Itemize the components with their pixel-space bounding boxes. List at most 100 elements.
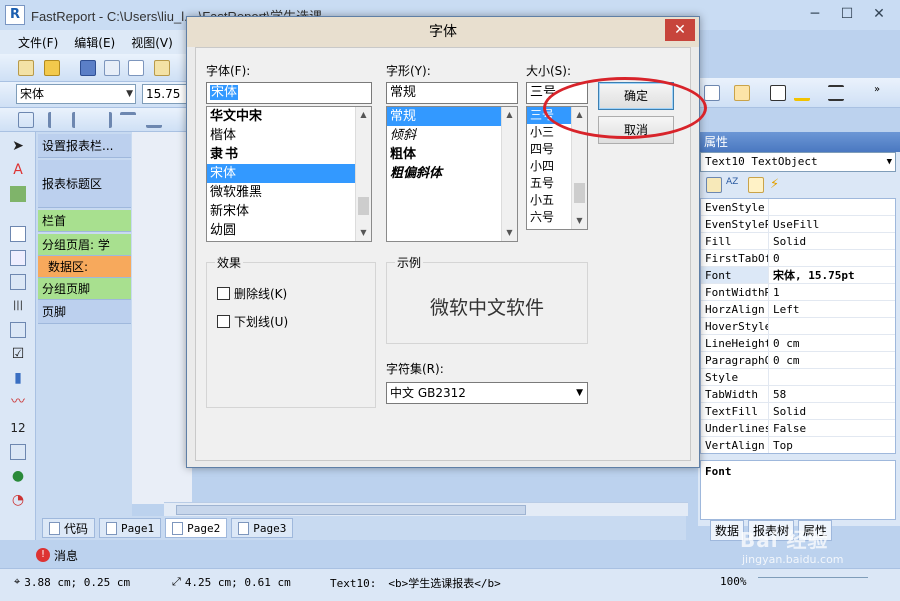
sparkline-icon[interactable]: 〰 xyxy=(10,394,26,410)
list-item[interactable]: 四号 xyxy=(527,141,571,158)
property-value[interactable]: UseFill xyxy=(769,216,819,232)
band-column-header[interactable]: 栏首 xyxy=(38,210,131,232)
align-grid-icon[interactable] xyxy=(18,112,34,128)
band-report-title[interactable]: 报表标题区 xyxy=(38,160,131,208)
pointer-icon[interactable]: ➤ xyxy=(10,138,26,154)
list-item[interactable]: 宋体 xyxy=(207,164,355,183)
strikeout-checkbox[interactable]: 删除线(K) xyxy=(217,285,287,302)
property-row[interactable]: FirstTabOff0 xyxy=(701,250,895,267)
property-row[interactable]: EvenStylePrUseFill xyxy=(701,216,895,233)
rich-text-icon[interactable] xyxy=(10,322,26,338)
list-item[interactable]: 小五 xyxy=(527,192,571,209)
font-style-list[interactable]: 常规 倾斜 粗体 粗偏斜体 ▲ ▼ xyxy=(386,106,518,242)
band-group-footer[interactable]: 分组页脚 xyxy=(38,278,131,300)
band-page-footer[interactable]: 页脚 xyxy=(38,300,131,324)
copy-icon[interactable] xyxy=(104,60,120,76)
picture-icon[interactable] xyxy=(10,186,26,202)
font-size-combo[interactable]: 15.75 xyxy=(142,84,188,104)
align-bottom-icon[interactable] xyxy=(146,112,162,128)
property-value[interactable]: Solid xyxy=(769,233,806,249)
messages-tab[interactable]: ! 消息 xyxy=(36,544,96,566)
list-item[interactable]: 幼圆 xyxy=(207,221,355,240)
property-row[interactable]: EvenStyle xyxy=(701,199,895,216)
property-row[interactable]: FontWidthRa1 xyxy=(701,284,895,301)
sort-alpha-icon[interactable]: AZ xyxy=(726,177,742,193)
property-value[interactable] xyxy=(769,369,773,385)
band-icon[interactable] xyxy=(10,226,26,242)
property-row[interactable]: TextFill Solid xyxy=(701,403,895,420)
property-value[interactable] xyxy=(769,318,773,334)
property-row[interactable]: HorzAlign Left xyxy=(701,301,895,318)
checkbox-icon[interactable]: ☑ xyxy=(10,346,26,362)
list-item[interactable]: 华文中宋 xyxy=(207,107,355,126)
events-icon[interactable]: ⚡ xyxy=(770,177,786,193)
font-name-field[interactable]: 宋体 xyxy=(206,82,372,104)
font-style-field[interactable]: 常规 xyxy=(386,82,518,104)
property-value[interactable]: 宋体, 15.75pt xyxy=(769,267,855,283)
scroll-thumb[interactable] xyxy=(176,505,526,515)
align-left-icon[interactable] xyxy=(48,112,64,128)
list-item[interactable]: 微软雅黑 xyxy=(207,183,355,202)
property-row[interactable]: Underlines False xyxy=(701,420,895,437)
list-item[interactable]: 楷体 xyxy=(207,126,355,145)
style-list-scrollbar[interactable]: ▲ ▼ xyxy=(501,107,517,241)
property-row[interactable]: HoverStyle xyxy=(701,318,895,335)
gauge-icon[interactable]: ◔ xyxy=(10,492,26,508)
property-value[interactable]: 58 xyxy=(769,386,786,402)
property-value[interactable] xyxy=(769,199,773,215)
property-row[interactable]: Fill Solid xyxy=(701,233,895,250)
preview-icon[interactable] xyxy=(128,60,144,76)
open-folder-icon[interactable] xyxy=(44,60,60,76)
property-row[interactable]: TabWidth 58 xyxy=(701,386,895,403)
subreport-icon[interactable] xyxy=(10,274,26,290)
menu-edit[interactable]: 编辑(E) xyxy=(74,34,115,51)
properties-icon[interactable] xyxy=(748,177,764,193)
font-list-scrollbar[interactable]: ▲ ▼ xyxy=(355,107,371,241)
horizontal-scrollbar[interactable] xyxy=(164,502,688,516)
chart-icon[interactable]: ▮ xyxy=(10,370,26,386)
cellular-text-icon[interactable] xyxy=(10,444,26,460)
dialog-close-button[interactable]: ✕ xyxy=(665,19,695,41)
list-item[interactable]: 五号 xyxy=(527,175,571,192)
categorized-icon[interactable] xyxy=(706,177,722,193)
list-item[interactable]: 粗体 xyxy=(387,145,501,164)
line-style-icon[interactable] xyxy=(828,85,844,101)
new-report-icon[interactable] xyxy=(18,60,34,76)
close-window-icon[interactable]: ✕ xyxy=(866,4,892,24)
property-row[interactable]: VertAlign Top xyxy=(701,437,895,453)
align-top-icon[interactable] xyxy=(120,112,136,128)
list-item[interactable]: 常规 xyxy=(387,107,501,126)
table-icon[interactable] xyxy=(10,250,26,266)
property-value[interactable]: Top xyxy=(769,437,793,453)
barcode-icon[interactable]: ||| xyxy=(10,298,26,314)
list-item[interactable]: 六号 xyxy=(527,209,571,226)
object-selector[interactable]: Text10 TextObject ▼ xyxy=(700,152,896,172)
text-object-icon[interactable]: A xyxy=(10,162,26,178)
zoom-slider[interactable] xyxy=(758,577,868,591)
border-icon[interactable] xyxy=(704,85,720,101)
menu-view[interactable]: 视图(V) xyxy=(131,34,173,51)
property-row[interactable]: Font 宋体, 15.75pt xyxy=(701,267,895,284)
report-canvas[interactable] xyxy=(132,132,192,504)
band-settings[interactable]: 设置报表栏... xyxy=(38,134,131,158)
align-right-icon[interactable] xyxy=(96,112,112,128)
list-item[interactable]: 粗偏斜体 xyxy=(387,164,501,183)
list-item[interactable]: 新宋体 xyxy=(207,202,355,221)
band-data[interactable]: 数据区: xyxy=(38,256,131,278)
menu-file[interactable]: 文件(F) xyxy=(18,34,58,51)
property-row[interactable]: Style xyxy=(701,369,895,386)
charset-select[interactable]: 中文 GB2312 ▼ xyxy=(386,382,588,404)
property-value[interactable]: 0 cm xyxy=(769,352,800,368)
band-group-header[interactable]: 分组页眉: 学 xyxy=(38,234,131,256)
property-row[interactable]: LineHeight 0 cm xyxy=(701,335,895,352)
line-color-icon[interactable] xyxy=(794,85,810,101)
zip-code-icon[interactable]: 12 xyxy=(10,420,26,436)
frame-icon[interactable] xyxy=(770,85,786,101)
tab-代码[interactable]: 代码 xyxy=(42,518,96,538)
property-value[interactable]: Left xyxy=(769,301,800,317)
font-name-list[interactable]: 华文中宋 楷体 隶书 宋体 微软雅黑 新宋体 幼圆 ▲ ▼ xyxy=(206,106,372,242)
align-center-icon[interactable] xyxy=(72,112,88,128)
property-value[interactable]: 0 cm xyxy=(769,335,800,351)
map-icon[interactable]: ● xyxy=(10,468,26,484)
tab-data[interactable]: 数据 xyxy=(710,519,745,541)
